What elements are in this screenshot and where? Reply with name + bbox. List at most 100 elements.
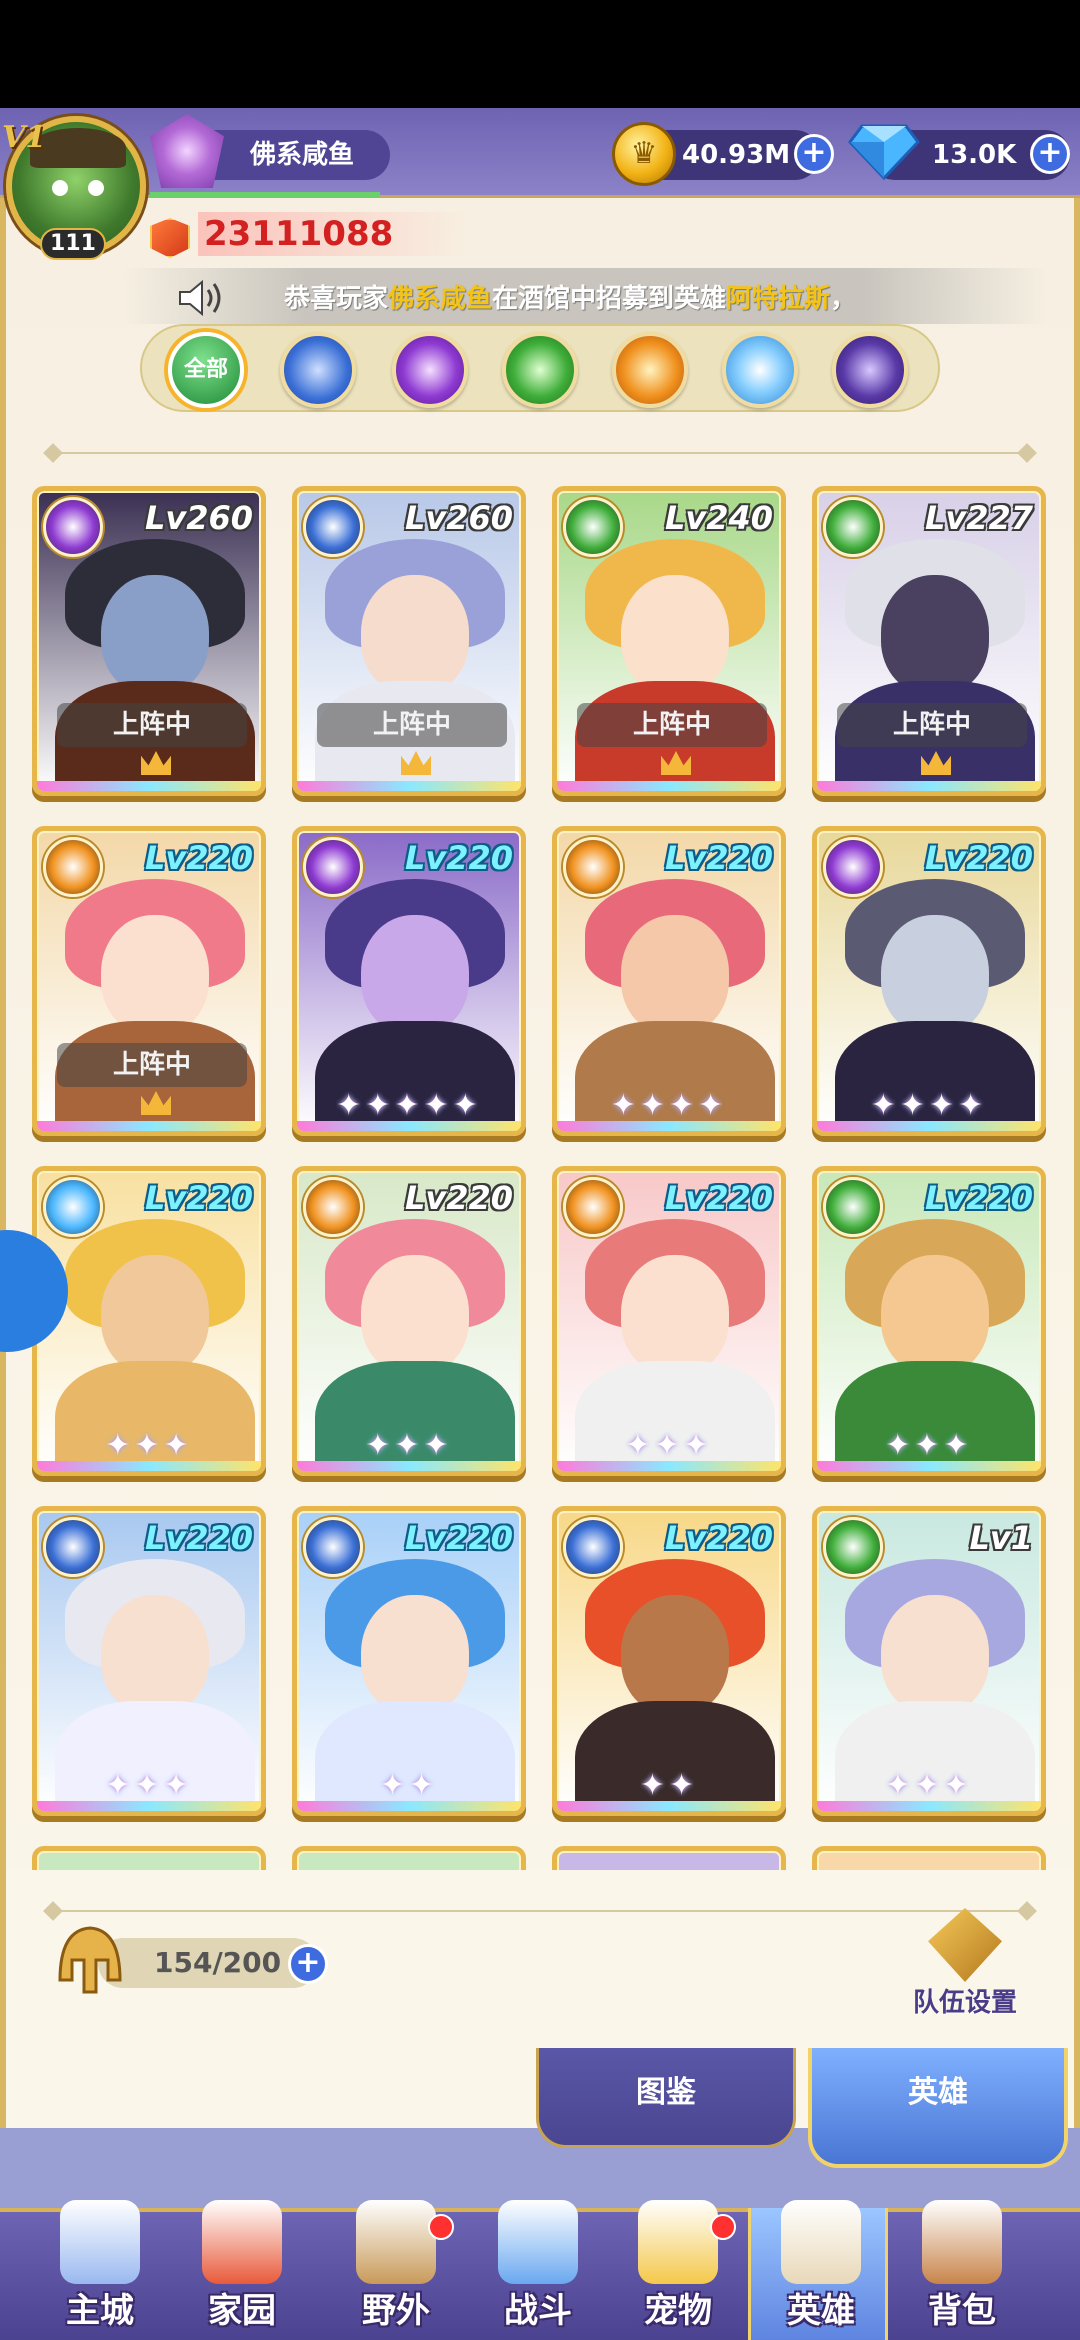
element-icon bbox=[823, 1517, 883, 1577]
hero-level: Lv220 bbox=[144, 1179, 253, 1217]
filter-water-icon[interactable] bbox=[280, 332, 356, 408]
star-rating: ✦✦ bbox=[379, 1768, 439, 1803]
hero-level: Lv220 bbox=[144, 1519, 253, 1557]
filter-fire-icon[interactable] bbox=[612, 332, 688, 408]
element-icon bbox=[43, 497, 103, 557]
nav-wilds[interactable]: 野外 bbox=[326, 2200, 466, 2340]
hero-level: Lv260 bbox=[404, 499, 513, 537]
tab-codex[interactable]: 图鉴 bbox=[536, 2048, 796, 2148]
player-level: 111 bbox=[40, 228, 106, 260]
hero-card[interactable]: Lv227 上阵中 bbox=[812, 486, 1046, 796]
battle-icon bbox=[498, 2200, 578, 2284]
hero-level: Lv220 bbox=[144, 839, 253, 877]
home-icon bbox=[202, 2200, 282, 2284]
nav-heroes[interactable]: 英雄 bbox=[748, 2200, 888, 2340]
star-rating: ✦✦✦ bbox=[625, 1428, 713, 1463]
gold-crown-icon: ♛ bbox=[612, 122, 676, 186]
element-icon bbox=[823, 837, 883, 897]
star-rating: ✦✦ bbox=[639, 1768, 699, 1803]
star-rating: ✦✦✦ bbox=[365, 1428, 453, 1463]
nav-pets[interactable]: 宠物 bbox=[608, 2200, 748, 2340]
hero-level: Lv220 bbox=[924, 839, 1033, 877]
element-icon bbox=[303, 837, 363, 897]
gem-value: 13.0K bbox=[932, 140, 1017, 170]
hero-level: Lv220 bbox=[664, 1179, 773, 1217]
hero-level: Lv220 bbox=[404, 1179, 513, 1217]
hero-level: Lv240 bbox=[664, 499, 773, 537]
nav-home[interactable]: 家园 bbox=[172, 2200, 312, 2340]
notification-dot bbox=[710, 2214, 736, 2240]
hero-card[interactable]: Lv220 ✦✦✦✦ bbox=[552, 826, 786, 1136]
hero-level: Lv220 bbox=[924, 1179, 1033, 1217]
helmet-icon bbox=[58, 1926, 122, 1994]
hero-level: Lv220 bbox=[664, 1519, 773, 1557]
element-icon bbox=[303, 497, 363, 557]
deployed-tag: 上阵中 bbox=[57, 703, 247, 747]
deployed-tag: 上阵中 bbox=[577, 703, 767, 747]
backpack-icon bbox=[922, 2200, 1002, 2284]
player-name: 佛系咸鱼 bbox=[250, 140, 355, 170]
element-icon bbox=[823, 1177, 883, 1237]
deployed-tag: 上阵中 bbox=[57, 1043, 247, 1087]
hero-level: Lv260 bbox=[144, 499, 253, 537]
hero-card[interactable]: Lv220 ✦✦✦ bbox=[32, 1506, 266, 1816]
notification-dot bbox=[428, 2214, 454, 2240]
hero-card[interactable]: Lv260 上阵中 bbox=[292, 486, 526, 796]
hero-card[interactable]: Lv220 ✦✦✦✦✦ bbox=[292, 826, 526, 1136]
element-icon bbox=[823, 497, 883, 557]
hero-level: Lv1 bbox=[969, 1519, 1033, 1557]
star-rating: ✦✦✦ bbox=[885, 1428, 973, 1463]
team-setup-button[interactable]: 队伍设置 bbox=[900, 1908, 1030, 2018]
hero-card[interactable]: Lv220 ✦✦✦✦ bbox=[812, 826, 1046, 1136]
star-rating: ✦✦✦ bbox=[885, 1768, 973, 1803]
hero-level: Lv220 bbox=[404, 1519, 513, 1557]
announcement-text: 恭喜玩家佛系咸鱼在酒馆中招募到英雄阿特拉斯， bbox=[284, 284, 857, 314]
hero-card[interactable]: Lv220 上阵中 bbox=[32, 826, 266, 1136]
element-icon bbox=[563, 497, 623, 557]
nav-main-city[interactable]: 主城 bbox=[30, 2200, 170, 2340]
add-gems-button[interactable]: + bbox=[1030, 134, 1070, 174]
element-icon bbox=[563, 1517, 623, 1577]
filter-light-icon[interactable] bbox=[722, 332, 798, 408]
wilds-icon bbox=[356, 2200, 436, 2284]
hero-card[interactable]: Lv220 ✦✦✦ bbox=[552, 1166, 786, 1476]
status-bar bbox=[0, 0, 1080, 108]
expand-capacity-button[interactable]: + bbox=[288, 1944, 328, 1984]
deployed-tag: 上阵中 bbox=[317, 703, 507, 747]
castle-icon bbox=[60, 2200, 140, 2284]
element-icon bbox=[43, 1177, 103, 1237]
combat-power: 23111088 bbox=[198, 212, 474, 256]
hero-level: Lv220 bbox=[664, 839, 773, 877]
filter-void-icon[interactable] bbox=[832, 332, 908, 408]
star-rating: ✦✦✦✦ bbox=[610, 1088, 728, 1123]
vip-label: V1 bbox=[2, 120, 47, 155]
add-gold-button[interactable]: + bbox=[794, 134, 834, 174]
hero-card[interactable]: Lv220 ✦✦✦ bbox=[292, 1166, 526, 1476]
hero-card[interactable]: Lv220 ✦✦ bbox=[552, 1506, 786, 1816]
game-view: 佛系咸鱼 V1 111 40.93M ♛ + 13.0K + 23111088 bbox=[0, 108, 1080, 2340]
pet-icon bbox=[638, 2200, 718, 2284]
hero-card[interactable]: Lv240 上阵中 bbox=[552, 486, 786, 796]
element-icon bbox=[43, 1517, 103, 1577]
hero-card[interactable]: Lv220 ✦✦✦ bbox=[32, 1166, 266, 1476]
footer-divider bbox=[50, 1910, 1030, 1912]
filter-nature-icon[interactable] bbox=[502, 332, 578, 408]
nav-backpack[interactable]: 背包 bbox=[892, 2200, 1032, 2340]
hero-card[interactable]: Lv220 ✦✦✦ bbox=[812, 1166, 1046, 1476]
diamond-icon bbox=[848, 124, 920, 180]
hero-card[interactable]: Lv260 上阵中 bbox=[32, 486, 266, 796]
element-icon bbox=[303, 1177, 363, 1237]
filter-dark-icon[interactable] bbox=[392, 332, 468, 408]
tab-heroes[interactable]: 英雄 bbox=[808, 2048, 1068, 2168]
star-rating: ✦✦✦✦✦ bbox=[336, 1088, 482, 1123]
speaker-icon bbox=[179, 279, 221, 317]
hero-card[interactable]: Lv220 ✦✦ bbox=[292, 1506, 526, 1816]
nav-battle[interactable]: 战斗 bbox=[468, 2200, 608, 2340]
knight-icon bbox=[928, 1908, 1002, 1982]
star-rating: ✦✦✦ bbox=[105, 1768, 193, 1803]
filter-all-button[interactable]: 全部 bbox=[168, 332, 244, 408]
screen: 佛系咸鱼 V1 111 40.93M ♛ + 13.0K + 23111088 bbox=[0, 0, 1080, 2340]
hero-card[interactable]: Lv1 ✦✦✦ bbox=[812, 1506, 1046, 1816]
element-icon bbox=[563, 837, 623, 897]
hero-capacity: 154/200 bbox=[98, 1938, 318, 1988]
